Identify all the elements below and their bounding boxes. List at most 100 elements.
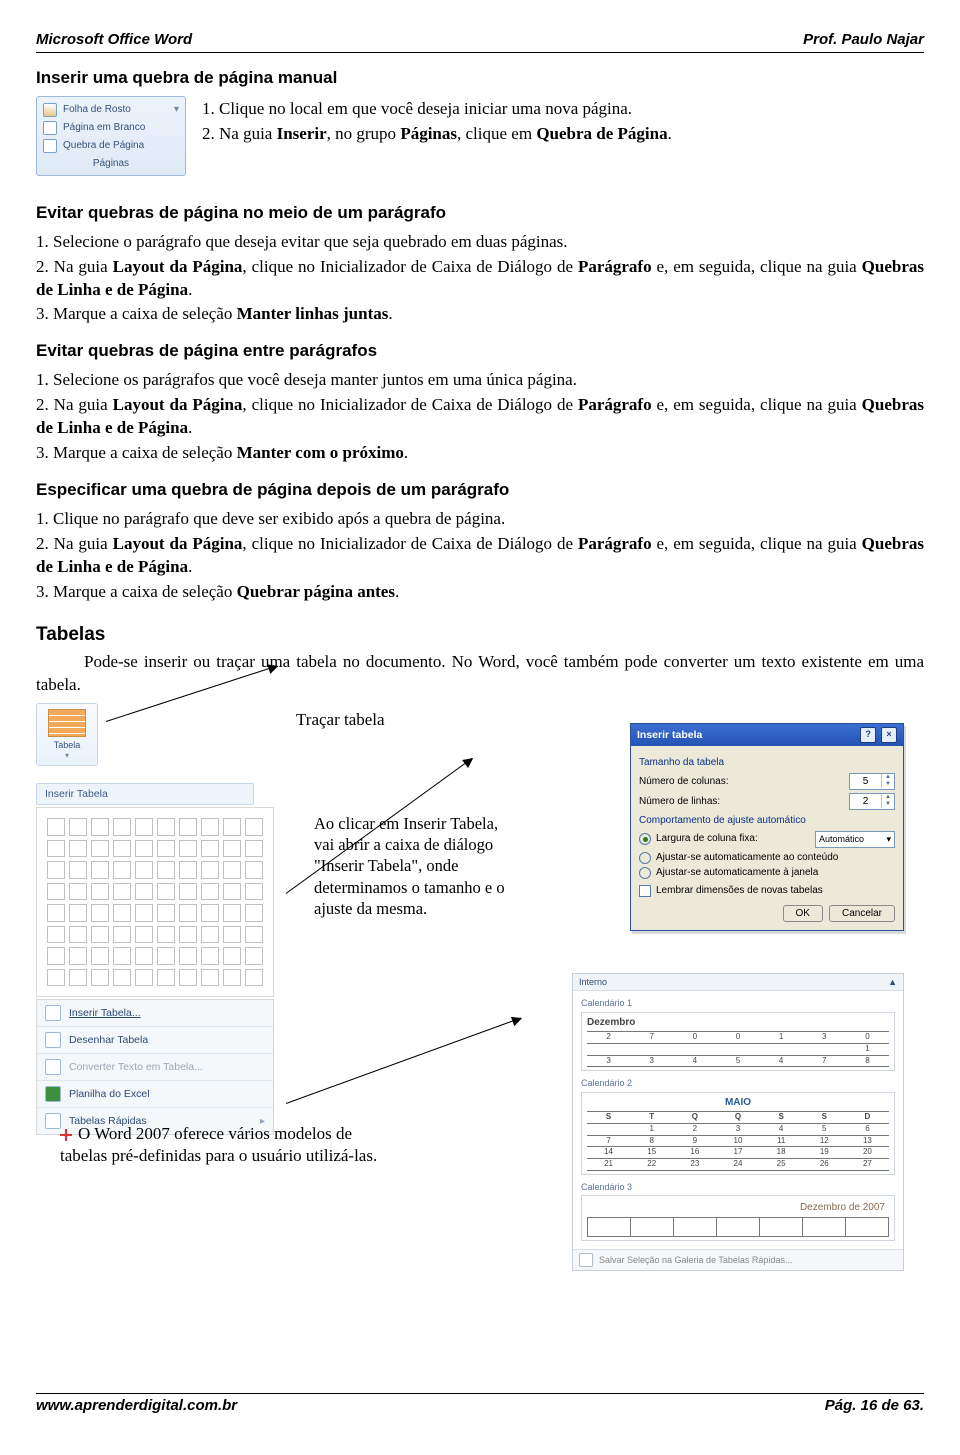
grid-cell[interactable] [113, 904, 131, 922]
grid-cell[interactable] [91, 883, 109, 901]
chevron-down-icon[interactable]: ▼ [882, 801, 894, 808]
ribbon-page-break[interactable]: Quebra de Página [43, 137, 179, 155]
grid-cell[interactable] [179, 969, 197, 987]
grid-cell[interactable] [91, 926, 109, 944]
grid-cell[interactable] [245, 926, 263, 944]
grid-cell[interactable] [113, 840, 131, 858]
grid-cell[interactable] [245, 818, 263, 836]
grid-cell[interactable] [69, 926, 87, 944]
grid-cell[interactable] [113, 947, 131, 965]
help-icon[interactable]: ? [860, 727, 876, 743]
grid-cell[interactable] [113, 883, 131, 901]
grid-cell[interactable] [157, 840, 175, 858]
grid-cell[interactable] [223, 969, 241, 987]
grid-cell[interactable] [223, 840, 241, 858]
table-size-grid[interactable] [36, 807, 274, 997]
remember-dims-checkbox[interactable]: Lembrar dimensões de novas tabelas [639, 884, 895, 898]
grid-cell[interactable] [179, 904, 197, 922]
grid-cell[interactable] [223, 947, 241, 965]
grid-cell[interactable] [157, 969, 175, 987]
fixed-width-combo[interactable]: Automático▾ [815, 831, 895, 848]
menu-insert-table[interactable]: Inserir Tabela... [37, 1000, 273, 1026]
grid-cell[interactable] [201, 840, 219, 858]
grid-cell[interactable] [69, 947, 87, 965]
ribbon-blank-page[interactable]: Página em Branco [43, 119, 179, 137]
chevron-down-icon[interactable]: ▼ [882, 781, 894, 788]
grid-cell[interactable] [69, 818, 87, 836]
grid-cell[interactable] [245, 904, 263, 922]
grid-cell[interactable] [245, 969, 263, 987]
grid-cell[interactable] [245, 947, 263, 965]
grid-cell[interactable] [135, 840, 153, 858]
grid-cell[interactable] [201, 883, 219, 901]
scroll-up-icon[interactable]: ▲ [888, 976, 897, 988]
grid-cell[interactable] [201, 969, 219, 987]
grid-cell[interactable] [69, 883, 87, 901]
grid-cell[interactable] [91, 947, 109, 965]
grid-cell[interactable] [179, 861, 197, 879]
grid-cell[interactable] [245, 861, 263, 879]
grid-cell[interactable] [91, 904, 109, 922]
grid-cell[interactable] [69, 969, 87, 987]
grid-cell[interactable] [223, 926, 241, 944]
grid-cell[interactable] [223, 904, 241, 922]
grid-cell[interactable] [113, 861, 131, 879]
ribbon-cover-page[interactable]: Folha de Rosto ▾ [43, 101, 179, 119]
grid-cell[interactable] [179, 818, 197, 836]
grid-cell[interactable] [223, 818, 241, 836]
grid-cell[interactable] [135, 861, 153, 879]
close-icon[interactable]: × [881, 727, 897, 743]
grid-cell[interactable] [69, 904, 87, 922]
grid-cell[interactable] [135, 926, 153, 944]
grid-cell[interactable] [201, 904, 219, 922]
grid-cell[interactable] [223, 883, 241, 901]
chevron-up-icon[interactable]: ▲ [882, 774, 894, 781]
grid-cell[interactable] [135, 818, 153, 836]
grid-cell[interactable] [47, 904, 65, 922]
grid-cell[interactable] [157, 861, 175, 879]
grid-cell[interactable] [47, 840, 65, 858]
grid-cell[interactable] [179, 840, 197, 858]
grid-cell[interactable] [135, 904, 153, 922]
table-ribbon-button[interactable]: Tabela ▾ [36, 703, 98, 766]
grid-cell[interactable] [201, 926, 219, 944]
grid-cell[interactable] [179, 926, 197, 944]
radio-fit-content[interactable]: Ajustar-se automaticamente ao conteúdo [639, 851, 895, 865]
grid-cell[interactable] [91, 861, 109, 879]
grid-cell[interactable] [69, 840, 87, 858]
gallery-item-cal3[interactable]: Calendário 3 Dezembro de 2007 [581, 1181, 895, 1241]
grid-cell[interactable] [113, 969, 131, 987]
gallery-item-cal1[interactable]: Calendário 1 Dezembro 2700130 1 3345478 [581, 997, 895, 1071]
grid-cell[interactable] [245, 883, 263, 901]
grid-cell[interactable] [113, 818, 131, 836]
grid-cell[interactable] [91, 818, 109, 836]
grid-cell[interactable] [201, 861, 219, 879]
grid-cell[interactable] [245, 840, 263, 858]
grid-cell[interactable] [201, 947, 219, 965]
grid-cell[interactable] [157, 926, 175, 944]
grid-cell[interactable] [69, 861, 87, 879]
menu-excel-sheet[interactable]: Planilha do Excel [37, 1080, 273, 1107]
grid-cell[interactable] [91, 969, 109, 987]
grid-cell[interactable] [179, 947, 197, 965]
columns-spinner[interactable]: 5▲▼ [849, 773, 895, 790]
grid-cell[interactable] [157, 883, 175, 901]
rows-spinner[interactable]: 2▲▼ [849, 793, 895, 810]
menu-draw-table[interactable]: Desenhar Tabela [37, 1026, 273, 1053]
radio-fixed-width[interactable]: Largura de coluna fixa: Automático▾ [639, 830, 895, 848]
grid-cell[interactable] [201, 818, 219, 836]
gallery-footer[interactable]: Salvar Seleção na Galeria de Tabelas Ráp… [573, 1249, 903, 1270]
grid-cell[interactable] [47, 926, 65, 944]
grid-cell[interactable] [47, 947, 65, 965]
grid-cell[interactable] [47, 969, 65, 987]
radio-fit-window[interactable]: Ajustar-se automaticamente à janela [639, 866, 895, 880]
grid-cell[interactable] [135, 883, 153, 901]
grid-cell[interactable] [135, 947, 153, 965]
grid-cell[interactable] [113, 926, 131, 944]
cancel-button[interactable]: Cancelar [829, 905, 895, 922]
dialog-titlebar[interactable]: Inserir tabela ? × [631, 724, 903, 746]
grid-cell[interactable] [223, 861, 241, 879]
ok-button[interactable]: OK [783, 905, 823, 922]
chevron-up-icon[interactable]: ▲ [882, 794, 894, 801]
grid-cell[interactable] [47, 883, 65, 901]
